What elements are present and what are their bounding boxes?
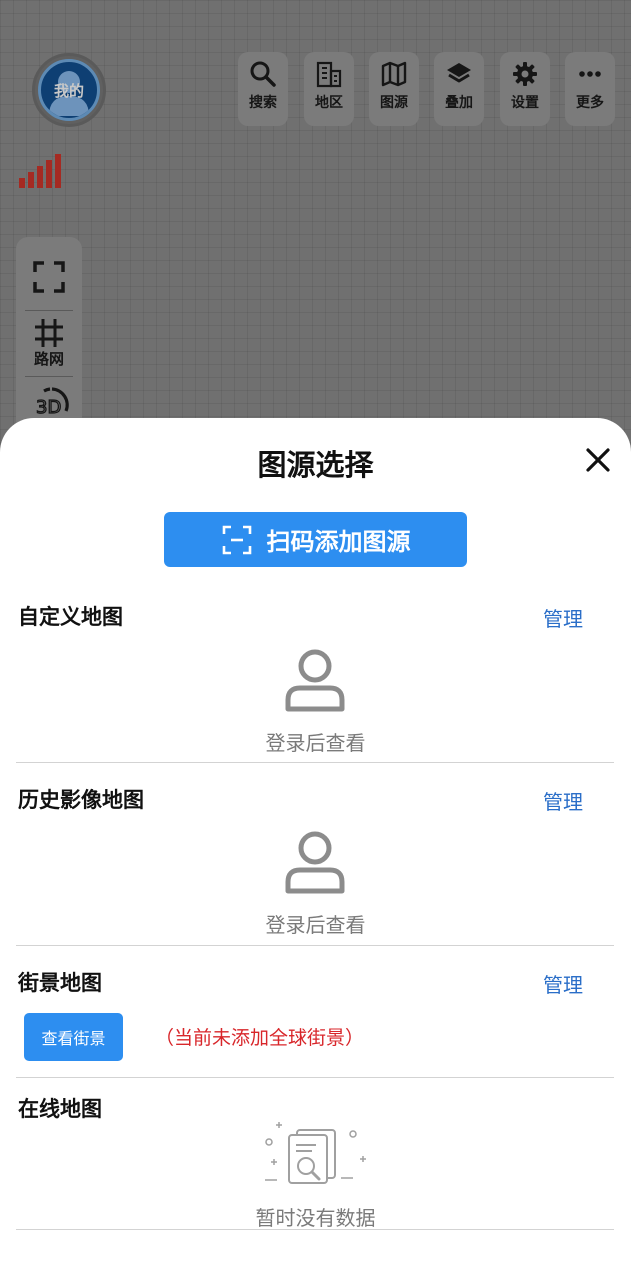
street-map-title: 街景地图	[18, 971, 102, 995]
toolbar-region-button[interactable]: 地区	[304, 52, 354, 126]
road-network-label: 路网	[33, 350, 64, 368]
search-icon	[250, 61, 276, 87]
street-view-note: （当前未添加全球街景）	[155, 1027, 365, 1049]
toolbar-source-label: 图源	[380, 95, 408, 111]
toolbar-search-label: 搜索	[249, 95, 277, 111]
more-icon	[579, 71, 601, 77]
custom-map-manage-link[interactable]: 管理	[543, 603, 583, 632]
user-placeholder-icon	[285, 831, 345, 894]
3d-icon: 3D	[35, 387, 69, 419]
section-divider	[16, 1077, 614, 1078]
source-select-sheet: 图源选择 扫码添加图源 自定义地图 管理 登录后查看 历史影像地图 管理 登录后…	[0, 418, 631, 1280]
section-divider	[16, 762, 614, 763]
section-divider	[16, 945, 614, 946]
toolbar-overlay-button[interactable]: 叠加	[434, 52, 484, 126]
history-map-manage-link[interactable]: 管理	[543, 786, 583, 815]
custom-map-title: 自定义地图	[18, 605, 123, 629]
fullscreen-icon	[33, 261, 65, 293]
fullscreen-button[interactable]	[16, 261, 82, 293]
user-placeholder-icon	[285, 649, 345, 712]
scan-icon	[222, 525, 251, 554]
history-map-title: 历史影像地图	[18, 788, 144, 812]
road-network-icon	[35, 319, 63, 347]
toolbar-region-label: 地区	[315, 95, 343, 111]
map-icon	[381, 61, 407, 87]
toolbar-search-button[interactable]: 搜索	[238, 52, 288, 126]
building-icon	[316, 61, 342, 88]
no-data-icon	[265, 1122, 366, 1184]
gear-icon	[513, 62, 537, 86]
avatar-label: 我的	[53, 81, 84, 100]
user-avatar-button[interactable]: 我的	[32, 53, 106, 127]
toolbar-more-label: 更多	[576, 95, 604, 111]
section-divider	[16, 1229, 614, 1230]
toolbar-more-button[interactable]: 更多	[565, 52, 615, 126]
view-street-view-button[interactable]: 查看街景	[24, 1013, 123, 1061]
svg-text:3D: 3D	[36, 397, 61, 418]
side-divider	[25, 376, 73, 377]
side-divider	[25, 310, 73, 311]
3d-toggle-button[interactable]: 3D	[16, 385, 82, 419]
toolbar-source-button[interactable]: 图源	[369, 52, 419, 126]
avatar: 我的	[38, 59, 100, 121]
road-network-button[interactable]: 路网	[16, 318, 82, 369]
custom-map-login-hint: 登录后查看	[265, 731, 366, 755]
side-tool-panel: 路网 3D	[16, 237, 82, 437]
sheet-title: 图源选择	[257, 448, 374, 482]
toolbar-settings-label: 设置	[511, 95, 539, 111]
history-map-login-hint: 登录后查看	[265, 913, 366, 937]
signal-strength-icon	[19, 154, 61, 188]
scan-add-source-button[interactable]: 扫码添加图源	[164, 512, 467, 567]
scan-add-source-label: 扫码添加图源	[266, 528, 411, 556]
street-map-manage-link[interactable]: 管理	[543, 969, 583, 998]
toolbar-overlay-label: 叠加	[445, 95, 473, 111]
toolbar-settings-button[interactable]: 设置	[500, 52, 550, 126]
layers-icon	[447, 63, 471, 83]
online-map-title: 在线地图	[18, 1097, 102, 1121]
close-icon[interactable]	[584, 446, 612, 474]
online-map-empty-text: 暂时没有数据	[255, 1206, 376, 1230]
